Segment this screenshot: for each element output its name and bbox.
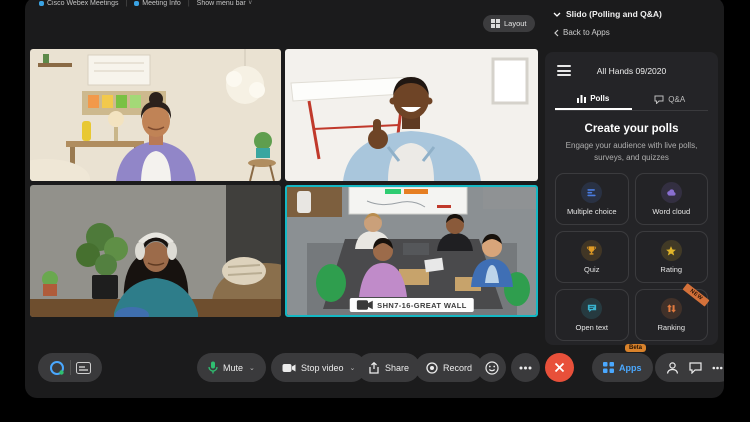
stop-video-label: Stop video: [301, 362, 344, 373]
slido-panel: Slido (Polling and Q&A) Back to Apps All…: [540, 0, 724, 351]
slido-event-header: All Hands 09/2020: [555, 62, 708, 80]
screenshot-stage: Cisco Webex Meetings | Meeting Info | Sh…: [0, 0, 750, 422]
slido-tabs: Polls Q&A: [555, 88, 708, 111]
chevron-down-icon: v: [248, 0, 252, 6]
more-dots-icon: [519, 366, 532, 369]
camera-icon: [282, 363, 296, 372]
video-device-icon: [356, 300, 374, 310]
meeting-info-icon: [134, 0, 140, 6]
poll-card-ranking[interactable]: New Ranking: [634, 283, 710, 342]
webex-meeting-window: Cisco Webex Meetings | Meeting Info | Sh…: [25, 0, 724, 398]
layout-button-label: Layout: [504, 19, 527, 28]
microphone-icon: [208, 361, 218, 374]
apps-button[interactable]: Apps: [592, 353, 653, 382]
share-button[interactable]: Share: [357, 353, 421, 382]
slido-panel-header[interactable]: Slido (Polling and Q&A): [553, 9, 662, 19]
layout-button[interactable]: Layout: [483, 15, 535, 32]
divider: [70, 360, 71, 375]
show-menu-bar-button[interactable]: Show menu bar v: [197, 0, 252, 7]
participant-1-video: [30, 49, 281, 181]
poll-card-label: Rating: [660, 265, 683, 275]
chevron-down-icon[interactable]: ⌄: [350, 364, 356, 372]
slido-panel-title: Slido (Polling and Q&A): [566, 9, 662, 19]
grid-layout-icon: [491, 19, 500, 28]
assistant-captions-group[interactable]: [38, 353, 102, 382]
titlebar-brand: Cisco Webex Meetings: [39, 0, 118, 7]
apps-label: Apps: [619, 362, 642, 373]
chevron-down-icon: [553, 12, 561, 17]
chevron-left-icon: [554, 29, 559, 36]
video-tile-participant-2[interactable]: [285, 49, 538, 181]
video-tile-participant-3[interactable]: [30, 185, 281, 317]
more-options-button[interactable]: [511, 353, 540, 382]
poll-card-rating[interactable]: Rating: [634, 231, 708, 284]
room-name-label: SHN7-16-GREAT WALL: [349, 298, 474, 312]
slido-app-card: All Hands 09/2020 Polls Q&A Create your …: [545, 52, 718, 345]
back-to-apps-button[interactable]: Back to Apps: [553, 28, 610, 37]
webex-logo-icon: [39, 0, 44, 6]
qa-bubble-icon: [654, 95, 664, 104]
meeting-room-video: [287, 187, 536, 315]
titlebar-separator: |: [125, 0, 128, 7]
apps-grid-icon: [603, 362, 614, 373]
menu-hamburger-icon[interactable]: [557, 65, 571, 76]
meeting-info-label: Meeting Info: [142, 0, 181, 7]
tab-qa-label: Q&A: [668, 94, 686, 104]
beta-badge: Beta: [625, 344, 647, 352]
poll-card-label: Open text: [575, 323, 609, 333]
chevron-down-icon[interactable]: ⌄: [249, 364, 255, 372]
mute-button[interactable]: Mute ⌄: [197, 353, 266, 382]
reactions-button[interactable]: [477, 353, 506, 382]
smiley-icon: [484, 360, 499, 375]
tab-polls-label: Polls: [590, 93, 610, 103]
back-to-apps-label: Back to Apps: [563, 28, 610, 37]
create-polls-subtitle: Engage your audience with live polls, su…: [565, 141, 698, 162]
record-icon: [426, 361, 438, 374]
titlebar-separator: |: [187, 0, 190, 7]
meeting-info-button[interactable]: Meeting Info: [134, 0, 181, 7]
panel-buttons-group: [655, 353, 724, 382]
closed-captions-icon: [76, 361, 91, 374]
new-badge: New: [682, 283, 710, 308]
poll-type-grid: Multiple choice Word cloud Quiz Rating O…: [555, 173, 710, 342]
webex-assistant-icon: [50, 360, 64, 375]
participant-2-video: [285, 49, 538, 181]
record-button[interactable]: Record: [415, 353, 484, 382]
poll-card-label: Multiple choice: [566, 207, 617, 217]
tab-qa[interactable]: Q&A: [632, 88, 709, 110]
poll-card-label: Word cloud: [652, 207, 691, 217]
poll-card-open-text[interactable]: Open text: [555, 289, 629, 342]
poll-card-word-cloud[interactable]: Word cloud: [634, 173, 708, 226]
titlebar-brand-label: Cisco Webex Meetings: [47, 0, 119, 7]
slido-event-title: All Hands 09/2020: [596, 66, 667, 76]
poll-card-multiple-choice[interactable]: Multiple choice: [555, 173, 629, 226]
room-name-text: SHN7-16-GREAT WALL: [377, 300, 467, 310]
show-menu-bar-label: Show menu bar: [196, 0, 246, 7]
poll-card-label: Quiz: [584, 265, 600, 275]
share-label: Share: [385, 362, 410, 373]
participant-3-video: [30, 185, 281, 317]
chat-icon[interactable]: [689, 361, 702, 374]
poll-card-quiz[interactable]: Quiz: [555, 231, 629, 284]
poll-card-label: Ranking: [657, 323, 686, 333]
participants-icon[interactable]: [666, 361, 679, 374]
video-tile-participant-1[interactable]: [30, 49, 281, 181]
create-polls-heading: Create your polls: [584, 123, 679, 135]
close-x-icon: [554, 362, 565, 373]
mute-label: Mute: [223, 362, 244, 373]
polls-bar-chart-icon: [577, 94, 587, 103]
record-label: Record: [443, 362, 473, 373]
leave-meeting-button[interactable]: [545, 353, 574, 382]
video-tile-meeting-room[interactable]: SHN7-16-GREAT WALL: [285, 185, 538, 317]
tab-polls[interactable]: Polls: [555, 88, 632, 110]
more-panels-icon[interactable]: [712, 366, 723, 370]
share-icon: [369, 361, 379, 374]
stop-video-button[interactable]: Stop video ⌄: [271, 353, 367, 382]
